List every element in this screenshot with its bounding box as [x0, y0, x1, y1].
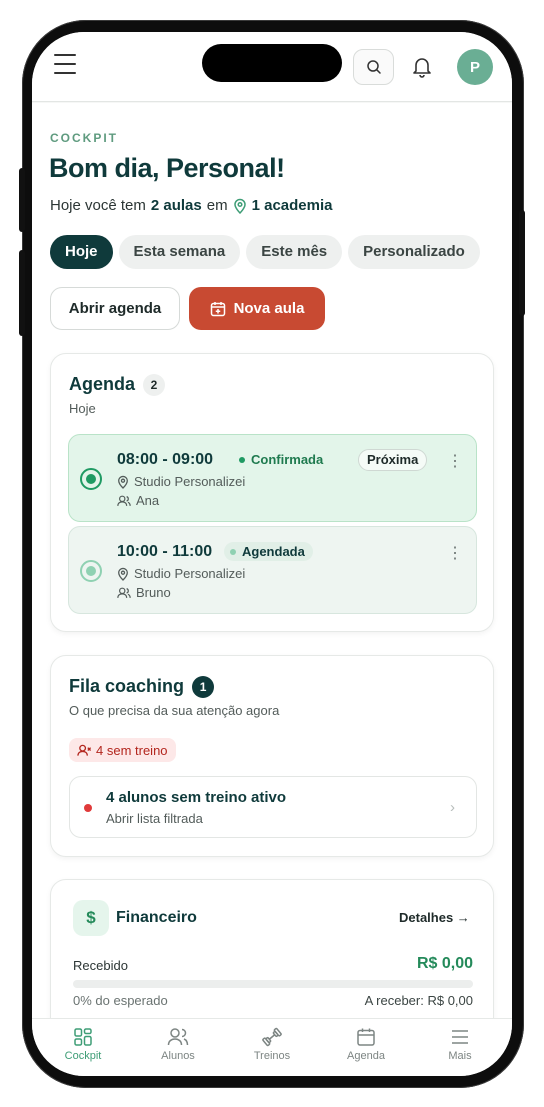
appointment-status-label: Confirmada	[251, 452, 324, 467]
page-title: Bom dia, Personal!	[49, 153, 285, 183]
appointment-time: 08:00 - 09:00	[117, 451, 214, 468]
finance-title: Financeiro	[116, 909, 197, 926]
app-screen: P COCKPIT Bom dia, Personal! Hoje você t…	[32, 32, 512, 1076]
open-agenda-button[interactable]: Abrir agenda	[50, 287, 180, 330]
no-workout-alert-label: 4 sem treino	[96, 742, 168, 758]
agenda-title-label: Agenda	[69, 374, 136, 394]
summary-prefix: Hoje você tem	[50, 197, 146, 214]
side-button	[519, 210, 525, 316]
tab-alunos[interactable]: Alunos	[133, 1027, 223, 1062]
queue-row-title: 4 alunos sem treino ativo	[106, 789, 287, 806]
location-pin-icon	[118, 475, 128, 489]
more-options-icon[interactable]: ⋮	[447, 454, 463, 470]
coaching-queue-card: Fila coaching 1 O que precisa da sua aten…	[50, 655, 494, 857]
coaching-title: Fila coaching 1	[69, 676, 215, 699]
next-badge: Próxima	[358, 449, 428, 471]
users-icon	[117, 495, 131, 506]
appointment-client: Bruno	[117, 585, 171, 600]
finance-details-link[interactable]: Detalhes →	[399, 910, 470, 925]
calendar-plus-icon	[210, 301, 225, 316]
main-content: COCKPIT Bom dia, Personal! Hoje você tem…	[32, 103, 512, 1039]
appointment-location: Studio Personalizei	[117, 566, 245, 581]
side-button	[19, 168, 25, 232]
dollar-icon: $	[73, 900, 109, 936]
received-value: R$ 0,00	[416, 955, 473, 972]
tab-agenda[interactable]: Agenda	[321, 1027, 411, 1062]
status-dot-icon	[230, 548, 236, 555]
coaching-queue-row[interactable]: 4 alunos sem treino ativo Abrir lista fi…	[69, 776, 477, 838]
received-label: Recebido	[73, 958, 128, 973]
appointment-location-label: Studio Personalizei	[134, 474, 246, 489]
appointment-location: Studio Personalizei	[117, 474, 245, 489]
appointment-status-label: Agendada	[242, 544, 305, 559]
side-button	[19, 250, 25, 336]
appointment-status: Agendada	[224, 542, 313, 561]
search-button[interactable]	[353, 49, 394, 85]
tab-label: Cockpit	[64, 1050, 102, 1062]
hamburger-menu-icon[interactable]	[54, 54, 80, 78]
coaching-subtitle: O que precisa da sua atenção agora	[69, 703, 280, 718]
tab-label: Agenda	[347, 1050, 385, 1062]
appointment-client: Ana	[117, 493, 159, 508]
bottom-tab-bar: Cockpit Alunos Treinos Agenda Mais	[32, 1018, 512, 1076]
tab-label: Alunos	[161, 1050, 195, 1062]
search-icon	[366, 60, 381, 74]
menu-icon	[452, 1030, 468, 1044]
filter-chip-month[interactable]: Este mês	[246, 235, 343, 269]
agenda-card: Agenda 2 Hoje 08:00 - 09:00 Confirmada Pr…	[50, 353, 494, 632]
filter-chip-custom[interactable]: Personalizado	[348, 235, 480, 269]
appointment-location-label: Studio Personalizei	[134, 566, 246, 581]
coaching-count-badge: 1	[192, 676, 215, 699]
dynamic-island	[202, 44, 342, 82]
agenda-count-badge: 2	[143, 374, 166, 397]
bell-icon	[413, 58, 431, 78]
to-receive-amount: A receber: R$ 0,00	[364, 993, 473, 1008]
users-icon	[167, 1028, 189, 1046]
tab-cockpit[interactable]: Cockpit	[38, 1027, 128, 1062]
location-pin-icon	[233, 198, 246, 214]
summary-gyms-count: 1 academia	[251, 197, 333, 214]
page-eyebrow: COCKPIT	[50, 131, 118, 145]
agenda-title: Agenda 2	[69, 374, 166, 397]
filter-chip-today[interactable]: Hoje	[50, 235, 113, 269]
filter-chip-week[interactable]: Esta semana	[118, 235, 241, 269]
finance-card: $ Financeiro Detalhes → Recebido R$ 0,00…	[50, 879, 494, 1039]
alert-dot-icon	[84, 804, 92, 812]
tab-treinos[interactable]: Treinos	[227, 1027, 317, 1062]
dumbbell-icon	[262, 1027, 282, 1047]
tab-label: Mais	[448, 1050, 472, 1062]
grid-icon	[74, 1028, 92, 1046]
users-icon	[117, 587, 131, 598]
received-progress-bar	[73, 980, 473, 988]
appointment-time: 10:00 - 11:00	[117, 543, 213, 560]
location-pin-icon	[118, 567, 128, 581]
queue-row-subtitle: Abrir lista filtrada	[106, 811, 203, 826]
calendar-icon	[357, 1028, 375, 1046]
agenda-subtitle: Hoje	[69, 401, 96, 416]
tab-mais[interactable]: Mais	[415, 1027, 505, 1062]
appointment-status: Confirmada	[239, 452, 323, 467]
appointment-radio-icon	[80, 468, 102, 490]
more-options-icon[interactable]: ⋮	[447, 546, 463, 562]
summary-classes-count: 2 aulas	[150, 197, 202, 214]
period-filter: Hoje Esta semana Este mês Personalizado	[50, 235, 512, 271]
avatar[interactable]: P	[457, 49, 493, 85]
user-x-icon	[77, 744, 92, 756]
summary-mid: em	[206, 197, 228, 214]
appointment-client-label: Bruno	[136, 585, 171, 600]
new-class-label: Nova aula	[233, 300, 305, 317]
chevron-right-icon: ›	[450, 799, 455, 816]
no-workout-alert-badge[interactable]: 4 sem treino	[69, 738, 176, 762]
expected-percentage: 0% do esperado	[73, 993, 168, 1008]
status-dot-icon	[239, 456, 245, 463]
appointment-item[interactable]: 08:00 - 09:00 Confirmada Próxima ⋮ Studi…	[68, 434, 477, 522]
appointment-item[interactable]: 10:00 - 11:00 Agendada ⋮ Studio Personal…	[68, 526, 477, 614]
new-class-button[interactable]: Nova aula	[189, 287, 325, 330]
coaching-title-label: Fila coaching	[69, 676, 185, 696]
appointment-radio-icon	[80, 560, 102, 582]
appointment-client-label: Ana	[136, 493, 160, 508]
tab-label: Treinos	[253, 1050, 291, 1062]
day-summary: Hoje você tem 2 aulas em 1 academia	[50, 197, 332, 214]
notifications-button[interactable]	[410, 54, 434, 80]
